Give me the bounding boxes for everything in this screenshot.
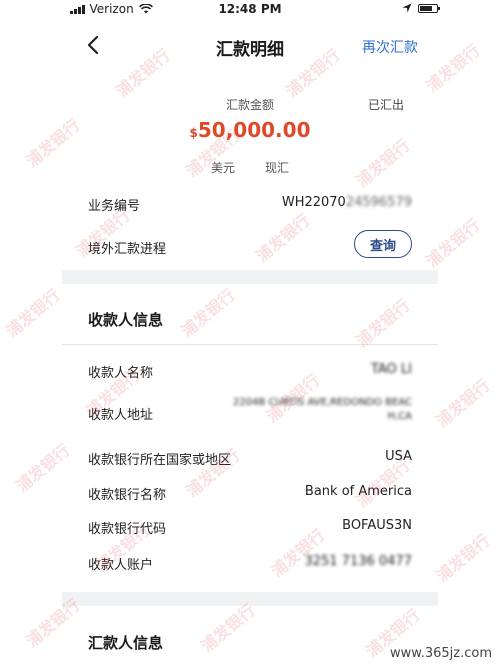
payee-account-label: 收款人账户: [88, 558, 154, 573]
payee-account-value: 3251 7136 0477: [304, 554, 412, 569]
payee-name-row: 收款人名称 TAO LI: [88, 362, 412, 386]
payee-name-label: 收款人名称: [88, 366, 154, 381]
payee-account-row: 收款人账户 3251 7136 0477: [88, 554, 412, 578]
amount-value: $50,000.00: [0, 118, 500, 142]
bank-country-row: 收款银行所在国家或地区 USA: [88, 449, 412, 473]
remit-again-button[interactable]: 再次汇款: [362, 37, 418, 57]
bank-code-label: 收款银行代码: [88, 522, 167, 537]
payee-name-value: TAO LI: [370, 362, 412, 377]
remitter-section-title: 汇款人信息: [88, 634, 164, 652]
page-title: 汇款明细: [216, 40, 284, 60]
payee-address-value: 2204B CURTIS AVE,REDONDO BEAC H,CA: [232, 397, 412, 422]
bank-name-label: 收款银行名称: [88, 488, 167, 503]
bank-code-value: BOFAUS3N: [342, 518, 412, 533]
query-button[interactable]: 查询: [354, 230, 412, 258]
status-right: [402, 3, 440, 13]
business-number-label: 业务编号: [88, 199, 141, 214]
remittance-detail-page: Verizon 12:48 PM 汇款明细 再次汇款 汇款金额 已汇出 $50,…: [0, 0, 500, 667]
business-number-hidden: 24596579: [345, 195, 412, 210]
payee-address-label: 收款人地址: [88, 408, 154, 423]
bank-country-label: 收款银行所在国家或地区: [88, 453, 232, 468]
currency-symbol: $: [189, 126, 198, 140]
payee-section-title: 收款人信息: [88, 311, 164, 329]
battery-icon: [418, 3, 440, 13]
status-badge: 已汇出: [368, 98, 405, 112]
amount-label: 汇款金额: [225, 98, 274, 112]
section-divider-2: [62, 592, 438, 606]
status-bar: Verizon 12:48 PM: [0, 0, 500, 20]
section-divider: [62, 270, 438, 284]
nav-bar: 汇款明细 再次汇款: [0, 20, 500, 75]
business-number-row: 业务编号 WH2207024596579: [88, 195, 412, 219]
bank-name-value: Bank of America: [304, 484, 412, 499]
bank-code-row: 收款银行代码 BOFAUS3N: [88, 518, 412, 542]
bank-country-value: USA: [385, 449, 412, 464]
payee-address-row: 收款人地址 2204B CURTIS AVE,REDONDO BEAC H,CA: [88, 396, 412, 432]
progress-row: 境外汇款进程 查询: [88, 230, 412, 262]
currency-label: 美元: [211, 161, 236, 175]
business-number-value: WH2207024596579: [281, 195, 412, 210]
cash-type-label: 现汇: [265, 161, 290, 175]
amount-number: 50,000.00: [197, 118, 311, 142]
bank-name-row: 收款银行名称 Bank of America: [88, 484, 412, 508]
section-line: [62, 344, 438, 345]
location-icon: [402, 3, 412, 13]
site-watermark: www.365jz.com: [390, 646, 492, 661]
progress-label: 境外汇款进程: [88, 242, 167, 257]
